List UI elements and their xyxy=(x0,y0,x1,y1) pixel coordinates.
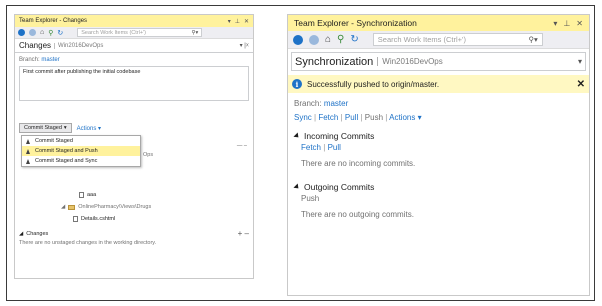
branch-link[interactable]: master xyxy=(324,99,348,108)
menu-item-commit-staged-and-push[interactable]: Commit Staged and Push xyxy=(22,146,140,156)
branch-label: Branch: xyxy=(294,99,322,108)
info-message: Successfully pushed to origin/master. xyxy=(307,79,440,89)
title-bar: Team Explorer - Synchronization ▾ ⊥ ✕ xyxy=(288,15,589,31)
page-title: Synchronization xyxy=(295,55,374,68)
commit-icon xyxy=(26,138,30,144)
branch-label: Branch: xyxy=(19,57,40,63)
add-icon[interactable]: + – xyxy=(238,229,249,238)
tree-file-item[interactable]: aaa xyxy=(79,192,96,198)
title-bar: Team Explorer - Changes ▾ ⊥ ✕ xyxy=(15,15,253,27)
incoming-title: Incoming Commits xyxy=(304,131,375,141)
window-title: Team Explorer - Changes xyxy=(19,18,88,24)
collapse-icon[interactable] xyxy=(293,132,301,140)
pin-icon[interactable]: ⊥ xyxy=(235,18,240,25)
search-work-items-input[interactable]: Search Work Items (Ctrl+') ⚲▾ xyxy=(77,28,203,37)
outgoing-commits-section: Outgoing Commits Push There are no outgo… xyxy=(288,182,589,219)
close-icon[interactable]: ✕ xyxy=(577,79,585,90)
branch-link[interactable]: master xyxy=(41,57,59,63)
connect-icon[interactable]: ⚲ xyxy=(48,29,53,37)
search-placeholder: Search Work Items (Ctrl+') xyxy=(81,29,146,36)
expand-icon: ◢ xyxy=(61,204,66,210)
staged-partial-text: Ops xyxy=(143,152,154,158)
changes-section-title: Changes xyxy=(26,230,49,237)
search-placeholder: Search Work Items (Ctrl+') xyxy=(377,35,466,44)
tree-folder-item[interactable]: ◢ OnlinePharmacy\Views\Drugs xyxy=(61,204,151,210)
unstaged-changes-section: ◢ Changes + – There are no unstaged chan… xyxy=(19,229,249,246)
pull-link[interactable]: Pull xyxy=(345,113,358,122)
incoming-empty-text: There are no incoming commits. xyxy=(301,159,416,168)
outgoing-push-link[interactable]: Push xyxy=(294,194,583,203)
toolbar: ⌂ ⚲ ↻ Search Work Items (Ctrl+') ⚲▾ xyxy=(15,27,253,39)
tree-file-item[interactable]: Details.cshtml xyxy=(73,216,115,222)
pin-icon[interactable]: ⊥ xyxy=(563,19,570,28)
search-work-items-input[interactable]: Search Work Items (Ctrl+') ⚲▾ xyxy=(372,33,543,46)
folder-icon xyxy=(68,204,76,210)
team-explorer-changes-panel: Team Explorer - Changes ▾ ⊥ ✕ ⌂ ⚲ ↻ Sear… xyxy=(14,14,254,279)
close-icon[interactable]: ✕ xyxy=(244,18,249,25)
chevron-down-icon: ▾ xyxy=(63,125,67,131)
page-title: Changes xyxy=(19,41,52,50)
sync-actions-row: Sync | Fetch | Pull | Push | Actions ▾ xyxy=(294,113,422,122)
close-icon[interactable]: ✕ xyxy=(576,19,583,28)
collapse-icon[interactable]: — – xyxy=(237,143,247,149)
branch-row: Branch: master xyxy=(288,99,589,108)
page-header: Synchronization Win2016DevOps ▾ xyxy=(291,52,586,71)
header-dropdown[interactable]: ▾ xyxy=(578,57,582,66)
home-icon[interactable]: ⌂ xyxy=(40,29,44,36)
back-icon[interactable] xyxy=(293,34,303,45)
commit-staged-button[interactable]: Commit Staged ▾ xyxy=(19,123,72,133)
push-link[interactable]: Push xyxy=(365,113,383,122)
outgoing-empty-text: There are no outgoing commits. xyxy=(301,210,414,219)
outgoing-title: Outgoing Commits xyxy=(304,182,375,192)
back-icon[interactable] xyxy=(18,29,25,36)
refresh-icon[interactable]: ↻ xyxy=(350,34,358,45)
sync-link[interactable]: Sync xyxy=(294,113,312,122)
forward-icon[interactable] xyxy=(309,34,319,45)
commit-dropdown-menu: Commit Staged Commit Staged and Push Com… xyxy=(21,135,141,167)
info-notification: i Successfully pushed to origin/master. … xyxy=(288,75,589,93)
collapse-icon[interactable]: ◢ xyxy=(19,231,23,237)
commit-message-text: First commit after publishing the initia… xyxy=(23,69,141,75)
file-icon xyxy=(79,192,84,198)
incoming-pull-link[interactable]: Pull xyxy=(328,143,341,152)
collapse-icon[interactable] xyxy=(293,183,301,191)
home-icon[interactable]: ⌂ xyxy=(325,34,331,45)
toolbar: ⌂ ⚲ ↻ Search Work Items (Ctrl+') ⚲▾ xyxy=(288,31,589,49)
changes-empty-text: There are no unstaged changes in the wor… xyxy=(19,240,157,246)
commit-actions-row: Commit Staged ▾ Actions ▾ xyxy=(19,123,101,133)
menu-item-commit-staged[interactable]: Commit Staged xyxy=(22,136,140,146)
refresh-icon[interactable]: ↻ xyxy=(57,29,63,37)
actions-link[interactable]: Actions ▾ xyxy=(77,125,101,132)
incoming-commits-section: Incoming Commits Fetch | Pull There are … xyxy=(288,131,589,168)
chevron-down-icon[interactable]: ▾ xyxy=(553,19,557,28)
header-dropdown[interactable]: ▾ |☓ xyxy=(240,42,249,49)
incoming-fetch-link[interactable]: Fetch xyxy=(301,143,321,152)
repo-name: Win2016DevOps xyxy=(54,42,103,49)
page-header: Changes Win2016DevOps ▾ |☓ xyxy=(15,39,253,53)
window-title: Team Explorer - Synchronization xyxy=(294,18,417,28)
branch-row: Branch: master xyxy=(15,57,253,63)
search-icon: ⚲▾ xyxy=(191,29,199,36)
menu-item-commit-staged-and-sync[interactable]: Commit Staged and Sync xyxy=(22,156,140,166)
info-icon: i xyxy=(292,79,302,89)
actions-link[interactable]: Actions ▾ xyxy=(389,113,421,122)
commit-staged-label: Commit Staged xyxy=(24,125,62,131)
repo-name: Win2016DevOps xyxy=(377,57,443,66)
forward-icon[interactable] xyxy=(29,29,36,36)
connect-icon[interactable]: ⚲ xyxy=(337,34,344,45)
commit-icon xyxy=(26,148,30,154)
commit-message-input[interactable]: First commit after publishing the initia… xyxy=(19,66,249,101)
team-explorer-sync-panel: Team Explorer - Synchronization ▾ ⊥ ✕ ⌂ … xyxy=(287,14,590,296)
chevron-down-icon[interactable]: ▾ xyxy=(228,18,231,25)
commit-icon xyxy=(26,158,30,164)
file-icon xyxy=(73,216,78,222)
fetch-link[interactable]: Fetch xyxy=(318,113,338,122)
search-icon: ⚲▾ xyxy=(528,35,538,44)
